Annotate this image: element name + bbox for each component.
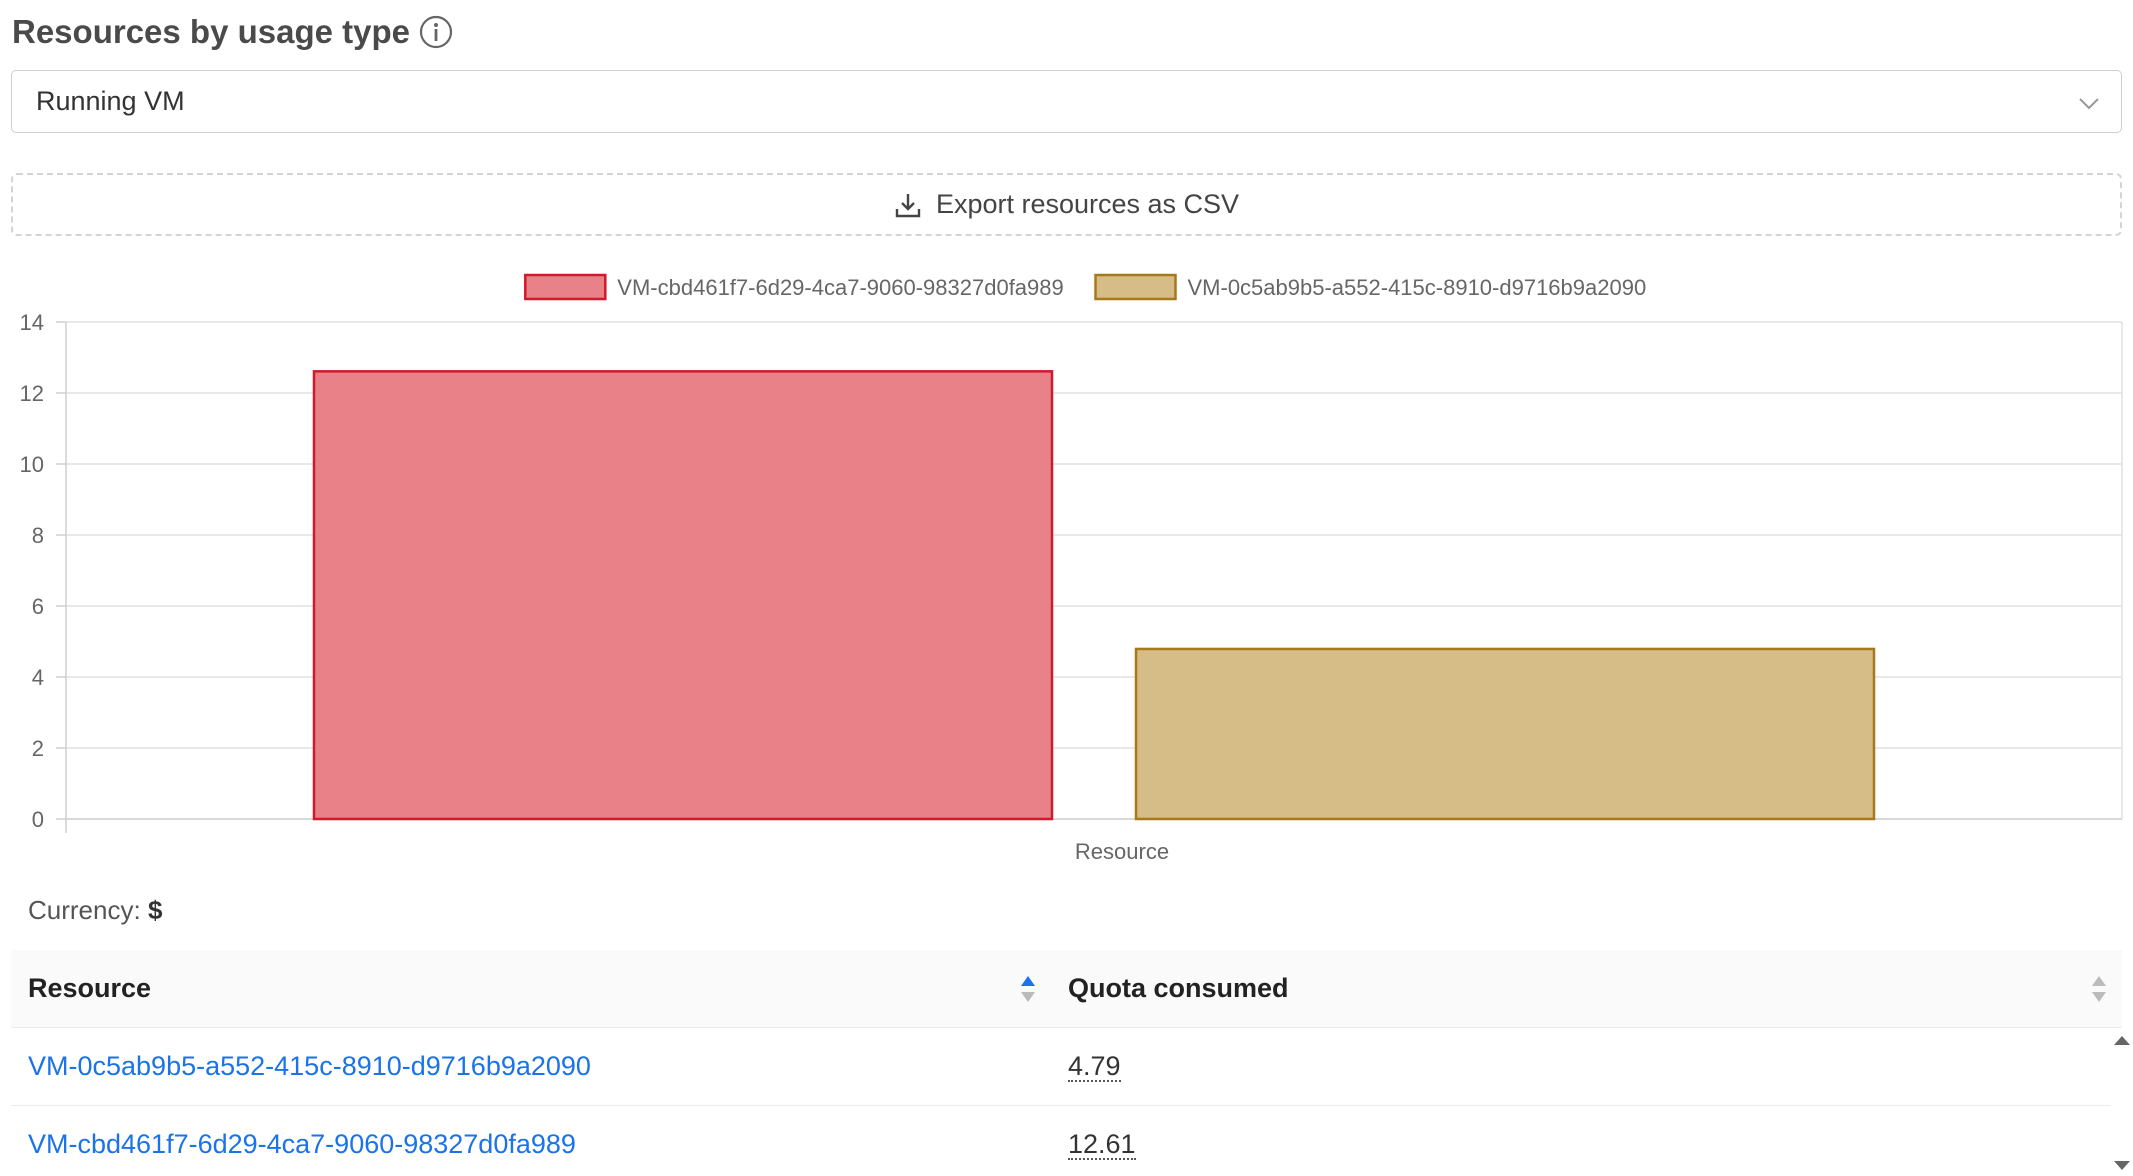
table-header: Resource Quota consumed — [11, 950, 2122, 1028]
legend-swatch-2 — [1094, 273, 1177, 301]
column-header-quota[interactable]: Quota consumed — [1051, 950, 2122, 1027]
resource-cell: VM-cbd461f7-6d29-4ca7-9060-98327d0fa989 — [11, 1106, 1051, 1176]
usage-bar-chart: 0 2 4 6 8 10 12 14 Resource VM-cbd461f7-6d29-4ca7… — [20, 273, 2123, 864]
y-tick-label: 10 — [20, 452, 44, 477]
resources-table: Resource Quota consumed VM-0c5ab9b5-a552… — [11, 950, 2122, 1176]
legend-label-1: VM-cbd461f7-6d29-4ca7-9060-98327d0fa989 — [617, 275, 1063, 300]
quota-value[interactable]: 4.79 — [1068, 1052, 1121, 1082]
quota-value[interactable]: 12.61 — [1068, 1130, 1136, 1160]
bar-1 — [312, 370, 1054, 821]
scroll-up-icon[interactable] — [2114, 1036, 2130, 1045]
x-axis-title: Resource — [1075, 839, 1169, 864]
resource-link[interactable]: VM-0c5ab9b5-a552-415c-8910-d9716b9a2090 — [28, 1051, 591, 1082]
y-tick-label: 14 — [20, 310, 44, 335]
y-tick-label: 2 — [32, 736, 44, 761]
info-circle-icon[interactable] — [418, 14, 454, 50]
column-header-label: Quota consumed — [1068, 973, 1289, 1003]
chevron-down-icon — [2079, 98, 2099, 110]
sort-icon[interactable] — [2090, 972, 2108, 1006]
usage-type-select-value: Running VM — [36, 86, 185, 116]
y-tick-label: 8 — [32, 523, 44, 548]
scroll-down-icon[interactable] — [2114, 1161, 2130, 1170]
sort-ascending-icon[interactable] — [1019, 972, 1037, 1006]
y-tick-label: 12 — [20, 381, 44, 406]
section-title: Resources by usage type — [12, 13, 410, 50]
quota-cell: 12.61 — [1051, 1106, 2122, 1176]
bar-2 — [1134, 647, 1876, 821]
table-row: VM-0c5ab9b5-a552-415c-8910-d9716b9a2090 … — [11, 1028, 2122, 1106]
y-tick-label: 4 — [32, 665, 44, 690]
legend-swatch-1 — [524, 273, 607, 301]
table-scrollbar[interactable] — [2111, 1028, 2133, 1176]
export-csv-label: Export resources as CSV — [935, 189, 1240, 219]
column-header-label: Resource — [28, 973, 152, 1003]
table-row: VM-cbd461f7-6d29-4ca7-9060-98327d0fa989 … — [11, 1106, 2122, 1176]
usage-type-select[interactable]: Running VM — [11, 70, 2122, 133]
currency-symbol: $ — [147, 895, 163, 925]
legend-label-2: VM-0c5ab9b5-a552-415c-8910-d9716b9a2090 — [1188, 275, 1647, 300]
export-csv-button[interactable]: Export resources as CSV — [11, 173, 2122, 236]
section-header: Resources by usage type — [12, 10, 454, 54]
resource-link[interactable]: VM-cbd461f7-6d29-4ca7-9060-98327d0fa989 — [28, 1129, 576, 1160]
resource-cell: VM-0c5ab9b5-a552-415c-8910-d9716b9a2090 — [11, 1028, 1051, 1105]
currency-label: Currency: — [28, 895, 141, 925]
usage-chart: 0 2 4 6 8 10 12 14 Resource VM-cbd461f7-6d29-4ca7… — [0, 262, 2133, 872]
download-icon — [895, 193, 921, 217]
y-tick-label: 0 — [32, 807, 44, 832]
quota-cell: 4.79 — [1051, 1028, 2122, 1105]
resources-panel: Resources by usage type Running VM Expor… — [0, 0, 2133, 1176]
y-tick-label: 6 — [32, 594, 44, 619]
currency-info: Currency: $ — [28, 895, 162, 926]
column-header-resource[interactable]: Resource — [11, 950, 1051, 1027]
